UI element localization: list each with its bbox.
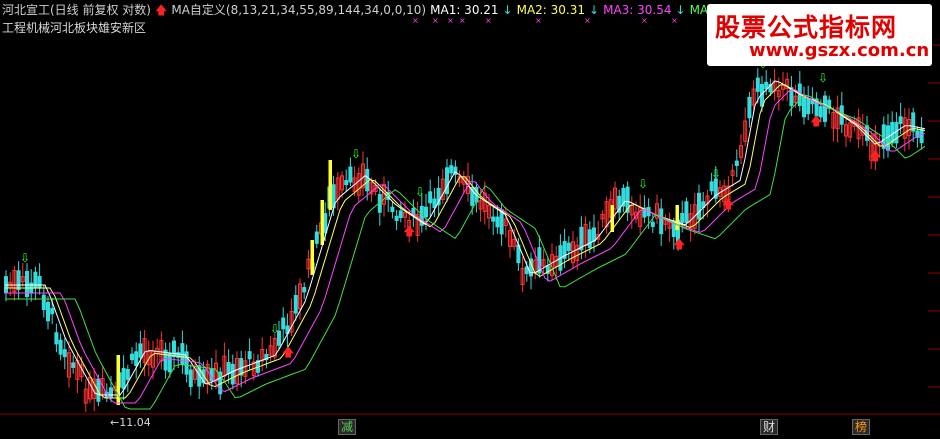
candle-body [755,77,760,92]
candle-body [62,349,67,358]
indicator-name: MA自定义(8,13,21,34,55,89,144,34,0,0,10) [171,3,427,17]
candle-body [432,198,437,209]
candle-body [890,121,895,144]
candle-body [314,231,319,244]
candle-body [898,116,903,124]
candle-body [747,96,752,119]
candle-body [226,362,231,375]
sell-arrow-icon: ⇩ [351,147,361,161]
candle-body [138,343,143,358]
sell-arrow-icon: ⇩ [270,322,280,336]
candle-body [125,369,130,380]
low-price-label: ←11.04 [110,416,151,429]
candle-body [323,213,328,233]
sell-arrow-icon: ⇩ [20,251,30,265]
candle-body [58,339,63,355]
candle-body [188,369,193,388]
low-price-value: 11.04 [119,416,151,429]
signal-bar [328,160,332,210]
ma3-value: MA3: 30.54 [603,3,672,17]
sell-arrow-icon: ⇩ [818,71,828,85]
candle-body [365,168,370,192]
candle-body [109,387,113,398]
candle-body [71,362,76,368]
candle-body [684,201,689,223]
candle-body [491,216,496,222]
candle-body [398,210,403,219]
candle-body [424,206,428,218]
chart-header: 河北宣工(日线 前复权 对数) 🡅 MA自定义(8,13,21,34,55,89,1… [2,2,776,18]
candle-body [709,181,714,192]
candle-body [680,212,685,223]
candle-body [894,122,899,144]
candle-body [348,166,353,183]
sell-arrow-icon: ⇩ [638,177,648,191]
candle-body [659,208,664,235]
candle-body [394,215,399,222]
ma2-value: MA2: 30.31 [516,3,586,17]
candle-body [41,294,46,311]
candle-body [919,128,924,144]
candle-body [802,95,806,118]
buy-arrow-icon: 🡅 [403,224,415,238]
signal-bar [310,240,314,275]
candle-body [428,191,433,204]
buy-arrow-icon: 🡅 [673,237,685,251]
sector-label: 工程机械河北板块雄安新区 [2,21,147,35]
sell-arrow-icon: ⇩ [415,185,425,199]
signal-tag-rank[interactable]: 榜 [852,419,871,435]
candle-body [806,98,811,115]
candle-body [823,95,827,122]
signal-bar [675,205,679,230]
ma1-value: MA1: 30.21 [430,3,499,17]
watermark-logo: 股票公式指标网 www.gszx.com.cn [707,4,932,66]
down-arrow-icon: ↓ [589,3,600,17]
candle-body [293,295,298,314]
down-arrow-icon: ↓ [675,3,686,17]
candle-body [134,351,139,366]
signal-tag-reduce[interactable]: 减 [338,419,357,435]
candle-body [163,349,168,371]
watermark-url: www.gszx.com.cn [749,40,930,61]
candle-body [587,229,592,249]
signal-tag-finance[interactable]: 财 [760,419,779,435]
down-arrow-icon: ↓ [502,3,513,17]
candle-body [16,270,21,291]
candle-body [172,340,176,358]
signal-bar [320,200,324,245]
candle-body [50,308,55,315]
candle-body [121,368,126,390]
buy-arrow-icon: 🡅 [722,197,734,211]
up-arrow-icon: 🡅 [155,3,168,17]
candle-body [697,192,701,220]
candle-body [37,275,42,289]
candle-body [449,165,454,174]
buy-arrow-icon: 🡅 [869,149,881,163]
candle-body [650,221,655,227]
candle-body [54,332,59,345]
candle-body [445,167,449,195]
candle-body [734,160,739,166]
sell-arrow-icon: ⇩ [711,167,721,181]
buy-arrow-icon: 🡅 [810,114,822,128]
candle-body [46,301,50,322]
candle-body [33,271,38,289]
candle-body [344,180,349,186]
candle-body [281,317,286,330]
candle-body [247,351,252,360]
stock-title: 河北宣工(日线 前复权 对数) [2,3,151,17]
candle-body [390,206,395,212]
candle-body [764,81,769,90]
watermark-title: 股票公式指标网 [715,13,898,42]
candle-body [592,227,596,242]
candle-body [671,222,676,237]
buy-arrow-icon: 🡅 [282,345,294,359]
candle-body [302,287,307,293]
candle-body [167,352,172,373]
candle-body [566,242,571,252]
candle-body [130,353,134,361]
candle-body [495,216,500,228]
candle-body [230,363,235,385]
